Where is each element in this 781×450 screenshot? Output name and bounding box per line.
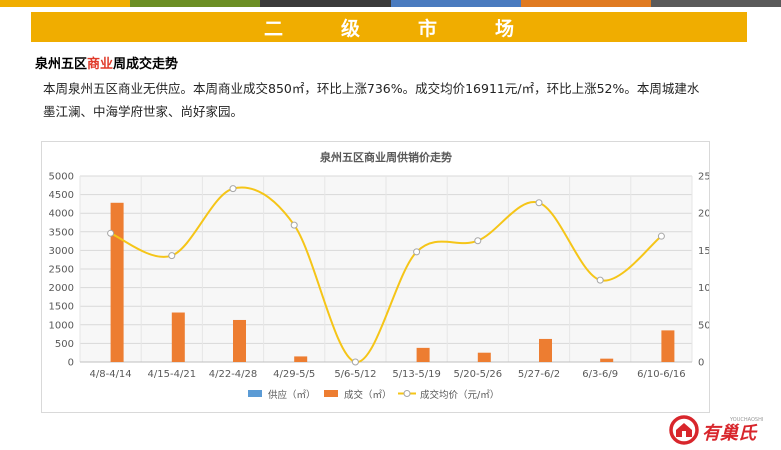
price-point — [535, 199, 543, 207]
stripe-2 — [130, 0, 261, 7]
combo-chart: 泉州五区商业周供销价走势 0 500 1000 1500 2000 2500 3000 3500… — [49, 150, 730, 401]
y-right-tick-label: 25000 — [698, 172, 709, 183]
bar-deal — [416, 347, 430, 362]
stripe-3 — [260, 0, 391, 7]
chart-title: 泉州五区商业周供销价走势 — [319, 150, 452, 164]
x-tick-label: 5/13-5/19 — [392, 369, 441, 380]
legend-marker — [403, 390, 411, 397]
y-right-tick-label: 5000 — [698, 320, 709, 331]
y-left-tick-label: 0 — [68, 358, 74, 369]
y-left-tick-label: 500 — [55, 339, 74, 350]
y-left-tick-label: 2500 — [49, 265, 74, 276]
y-right-tick-label: 10000 — [698, 283, 709, 294]
bar-deal — [477, 352, 491, 362]
legend-label: 成交（㎡） — [344, 389, 392, 401]
brand-logo: YOUCHAOSHI 有巢氏 — [668, 412, 778, 446]
y-right-tick-label: 20000 — [698, 209, 709, 220]
bar-deal — [110, 202, 124, 362]
bar-deal — [539, 338, 552, 362]
section-title-suffix: 周成交走势 — [113, 57, 179, 72]
legend-label: 成交均价（元/㎡） — [420, 389, 499, 401]
x-tick-label: 5/27-6/2 — [518, 369, 560, 380]
stripe-6 — [650, 0, 781, 7]
legend-label: 供应（㎡） — [268, 389, 316, 401]
price-point — [229, 185, 237, 193]
description-line-2: 墨江澜、中海学府世家、尚好家园。 — [43, 104, 244, 119]
y-left-tick-label: 3500 — [49, 227, 74, 238]
y-left-tick-label: 4000 — [49, 209, 74, 220]
y-left-tick-label: 5000 — [49, 172, 74, 183]
bar-deal — [661, 330, 675, 362]
logo-text: 有巢氏 — [702, 423, 758, 444]
x-tick-label: 4/22-4/28 — [209, 369, 258, 380]
bar-deal — [600, 358, 614, 362]
chart-container: 泉州五区商业周供销价走势 0 500 1000 1500 2000 2500 3000 3500… — [41, 141, 730, 413]
section-banner: 二级市场 — [31, 12, 747, 42]
x-tick-label: 4/8-4/14 — [90, 369, 132, 380]
bar-deal — [233, 319, 246, 362]
y-left-tick-label: 2000 — [49, 283, 74, 294]
y-left-tick-label: 3000 — [49, 246, 74, 257]
y-left-tick-label: 4500 — [49, 190, 74, 201]
bar-deal — [171, 312, 185, 362]
price-point — [290, 221, 298, 229]
description-text: 本周泉州五区商业无供应。本周商业成交850㎡，环比上涨736%。成交均价1691… — [43, 77, 743, 123]
y-right-tick-label: 15000 — [698, 246, 709, 257]
price-point — [474, 237, 482, 245]
x-tick-label: 6/10-6/16 — [637, 369, 686, 380]
stripe-4 — [390, 0, 521, 7]
legend-swatch — [324, 390, 338, 397]
stripe-1 — [0, 0, 131, 7]
bar-deal — [294, 356, 308, 362]
section-title-highlight: 商业 — [87, 57, 114, 72]
price-point — [168, 252, 176, 260]
x-tick-label: 5/6-5/12 — [334, 369, 376, 380]
y-left-tick-label: 1500 — [49, 302, 74, 313]
section-title-prefix: 泉州五区 — [35, 57, 88, 72]
top-color-stripes — [0, 0, 781, 7]
x-tick-label: 4/29-5/5 — [273, 369, 315, 380]
price-point — [413, 248, 421, 256]
logo-house-icon: YOUCHAOSHI 有巢氏 — [669, 415, 763, 445]
y-left-tick-label: 1000 — [49, 320, 74, 331]
price-point — [596, 276, 604, 284]
x-tick-label: 5/20-5/26 — [454, 369, 503, 380]
stripe-5 — [520, 0, 651, 7]
x-tick-label: 4/15-4/21 — [148, 369, 197, 380]
price-point — [351, 358, 359, 366]
x-tick-label: 6/3-6/9 — [582, 369, 618, 380]
banner-title: 二级市场 — [263, 17, 572, 40]
section-title: 泉州五区商业周成交走势 — [35, 53, 178, 72]
legend-swatch — [248, 390, 262, 397]
price-point — [107, 229, 115, 237]
description-line-1: 本周泉州五区商业无供应。本周商业成交850㎡，环比上涨736%。成交均价1691… — [43, 81, 700, 96]
y-right-tick-label: 0 — [698, 358, 704, 369]
price-point — [657, 232, 665, 240]
